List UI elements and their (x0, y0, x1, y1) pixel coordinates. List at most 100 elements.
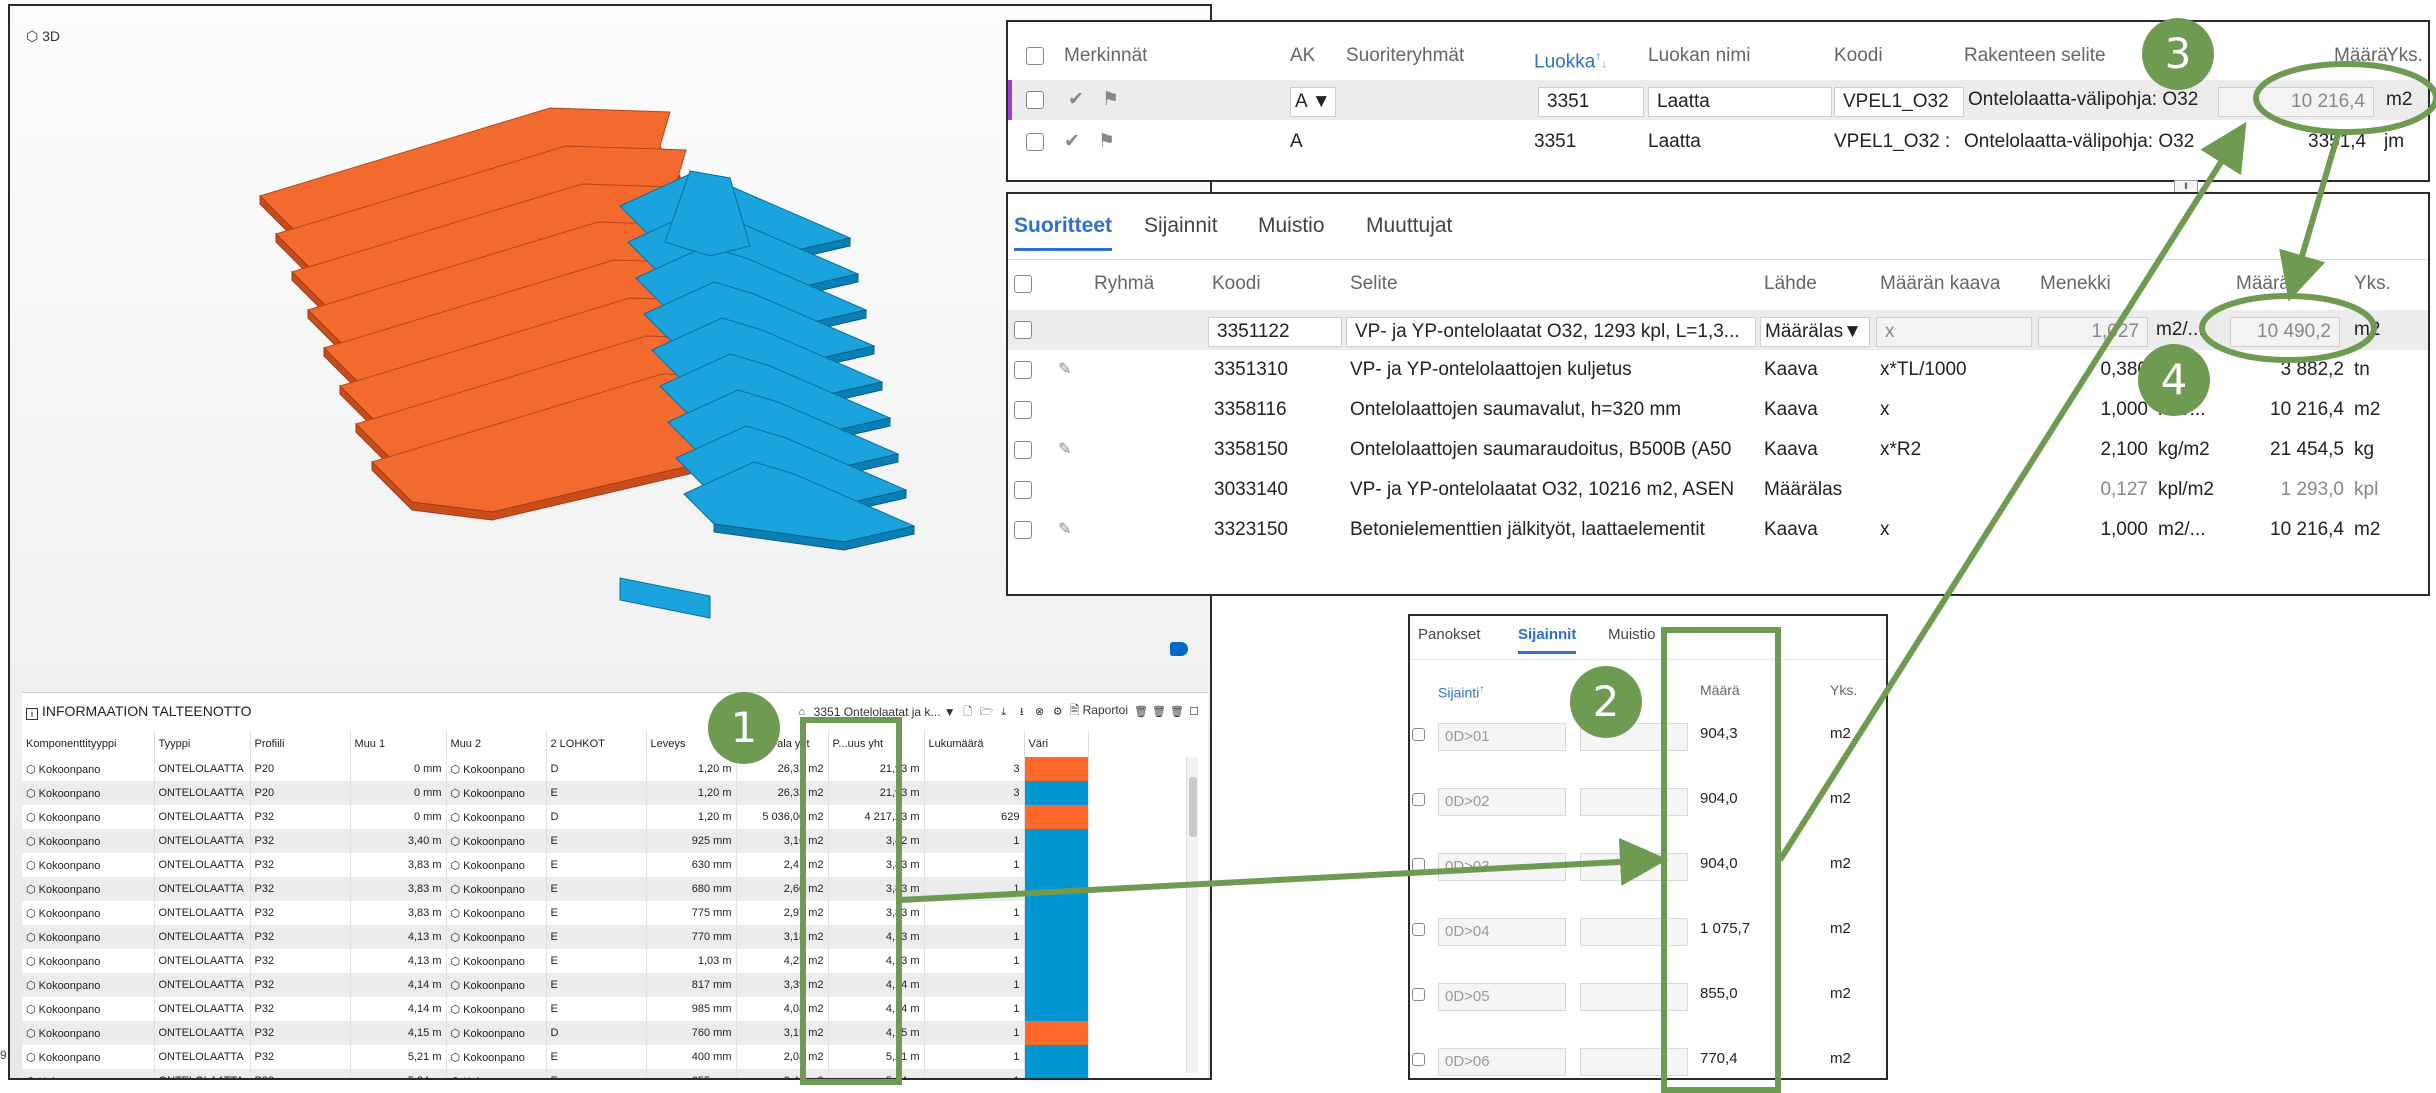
cell-color-swatch[interactable] (1024, 853, 1089, 877)
luokan-nimi-input[interactable]: Laatta (1648, 80, 1832, 120)
formula-edit-icon[interactable]: ✎ (1058, 350, 1071, 390)
flag-icon[interactable]: ⚑ (1098, 122, 1115, 162)
select-all-checkbox[interactable] (1026, 36, 1044, 76)
koodi-input[interactable]: 3351122 (1208, 310, 1342, 350)
sijainti-input[interactable]: 0D>05 (1438, 974, 1566, 1014)
row-checkbox[interactable] (1014, 430, 1032, 470)
info-col-header[interactable]: Muu 2 (446, 731, 547, 757)
col-sijainti[interactable]: Sijainti↑ (1438, 670, 1484, 710)
flag-icon[interactable]: ⚑ (1102, 80, 1119, 120)
row-checkbox[interactable] (1014, 350, 1032, 390)
col-menekki[interactable]: Menekki (2040, 264, 2111, 304)
menekki-input[interactable]: 1,027 (2038, 310, 2148, 350)
info-col-header[interactable]: Muu 1 (350, 731, 447, 757)
location-row[interactable]: 0D>05 855,0 m2 (1410, 974, 1886, 1014)
task-row[interactable]: 3033140 VP- ja YP-ontelolaatat O32, 10216… (1008, 470, 2428, 510)
window-icon[interactable]: ☐ (1188, 706, 1200, 718)
settings-icon[interactable]: ⚙ (1052, 706, 1064, 718)
col-yks[interactable]: Yks. (1830, 670, 1857, 710)
target-icon[interactable]: ⊗ (1034, 706, 1046, 718)
info-col-header[interactable]: 2 LOHKOT (546, 731, 647, 757)
table-row[interactable]: ⬡ Kokoonpano ONTELOLAATTA P32 4,14 m ⬡ Kokoonp… (22, 997, 1089, 1021)
cell-color-swatch[interactable] (1024, 1069, 1089, 1078)
tab-sijainnit[interactable]: Sijainnit (1144, 214, 1218, 238)
empty-field[interactable] (1580, 779, 1688, 819)
check-circle-icon[interactable]: ✔ (1068, 80, 1084, 120)
row-checkbox[interactable] (1412, 714, 1425, 754)
table-row[interactable]: ⬡KokoonpanoONTELOLAATTAP325,24 m⬡Kokoonp… (22, 1069, 1089, 1078)
cell-color-swatch[interactable] (1024, 829, 1089, 853)
home-icon[interactable]: ⌂ (796, 706, 808, 718)
cell-color-swatch[interactable] (1024, 805, 1089, 829)
info-col-header[interactable]: Tyyppi (154, 731, 251, 757)
empty-field[interactable] (1580, 844, 1688, 884)
cell-color-swatch[interactable] (1024, 1021, 1089, 1045)
col-maara[interactable]: Määrä (1700, 670, 1740, 710)
location-row[interactable]: 0D>01 904,3 m2 (1410, 714, 1886, 754)
cell-color-swatch[interactable] (1024, 997, 1089, 1021)
location-row[interactable]: 0D>04 1 075,7 m2 (1410, 909, 1886, 949)
col-rakenteen-selite[interactable]: Rakenteen selite (1964, 36, 2106, 76)
cell-color-swatch[interactable] (1024, 901, 1089, 925)
sijainti-input[interactable]: 0D>02 (1438, 779, 1566, 819)
table-row[interactable]: ⬡ Kokoonpano ONTELOLAATTA P32 4,14 m ⬡ Kokoonp… (22, 973, 1089, 997)
cell-color-swatch[interactable] (1024, 973, 1089, 997)
col-maara[interactable]: Määrä (2334, 36, 2388, 76)
cell-color-swatch[interactable] (1024, 877, 1089, 901)
lahde-select[interactable]: Määrälas▼ (1760, 310, 1870, 350)
table-row[interactable]: ⬡ Kokoonpano ONTELOLAATTA P32 4,15 m ⬡ Kokoonp… (22, 1021, 1089, 1045)
task-row[interactable]: ✎ 3351310 VP- ja YP-ontelolaattojen kuljet… (1008, 350, 2428, 390)
cell-color-swatch[interactable] (1024, 925, 1089, 949)
col-luokan-nimi[interactable]: Luokan nimi (1648, 36, 1750, 76)
task-row[interactable]: ✎ 3323150 Betonielementtien jälkityöt, laa… (1008, 510, 2428, 550)
row-checkbox[interactable] (1026, 80, 1044, 120)
col-suoriteryhmat[interactable]: Suoriteryhmät (1346, 36, 1464, 76)
row-checkbox[interactable] (1412, 909, 1425, 949)
tab-muistio[interactable]: Muistio (1608, 626, 1656, 643)
location-row[interactable]: 0D>02 904,0 m2 (1410, 779, 1886, 819)
row-checkbox[interactable] (1014, 470, 1032, 510)
empty-field[interactable] (1580, 1039, 1688, 1079)
sijainti-input[interactable]: 0D>01 (1438, 714, 1566, 754)
scrollbar-thumb[interactable] (1189, 777, 1197, 837)
empty-field[interactable] (1580, 974, 1688, 1014)
selite-input[interactable]: VP- ja YP-ontelolaatat O32, 1293 kpl, L=… (1346, 310, 1756, 350)
cell-color-swatch[interactable] (1024, 781, 1089, 805)
table-row[interactable]: ⬡ Kokoonpano ONTELOLAATTA P32 3,83 m ⬡ Kokoonp… (22, 877, 1089, 901)
formula-edit-icon[interactable]: ✎ (1058, 430, 1071, 470)
table-row[interactable]: ⬡ Kokoonpano ONTELOLAATTA P32 4,13 m ⬡ Kokoonp… (22, 925, 1089, 949)
delete-icon-3[interactable]: 🗑 (1170, 706, 1184, 718)
maara-input[interactable]: 10 216,4 (2218, 80, 2374, 120)
row-checkbox[interactable] (1412, 974, 1425, 1014)
row-checkbox[interactable] (1412, 779, 1425, 819)
info-col-header[interactable]: Komponenttityyppi (22, 731, 155, 757)
row-checkbox[interactable] (1014, 390, 1032, 430)
row-checkbox[interactable] (1014, 510, 1032, 550)
col-merkinnat[interactable]: Merkinnät (1064, 36, 1147, 76)
3d-badge[interactable]: ⬡ 3D (26, 28, 60, 45)
kaava-input[interactable]: x (1876, 310, 2032, 350)
formula-edit-icon[interactable]: ✎ (1058, 510, 1071, 550)
koodi-input[interactable]: VPEL1_O32 (1834, 80, 1964, 120)
delete-icon-2[interactable]: 🗑 (1152, 706, 1166, 718)
col-ryhma[interactable]: Ryhmä (1094, 264, 1154, 304)
tab-muistio[interactable]: Muistio (1258, 214, 1325, 238)
download-icon[interactable]: ⭳ (1016, 706, 1028, 718)
col-yks[interactable]: Yks. (2354, 264, 2391, 304)
cell-color-swatch[interactable] (1024, 1045, 1089, 1069)
tab-panokset[interactable]: Panokset (1418, 626, 1481, 643)
tab-muuttujat[interactable]: Muuttujat (1366, 214, 1452, 238)
col-selite[interactable]: Selite (1350, 264, 1398, 304)
new-document-icon[interactable]: 🗋 (962, 706, 974, 718)
luokka-input[interactable]: 3351 (1538, 80, 1644, 120)
blue-slab-bottom[interactable] (619, 577, 711, 619)
row-checkbox[interactable] (1026, 122, 1044, 162)
table-row[interactable]: ⬡ Kokoonpano ONTELOLAATTA P32 4,13 m ⬡ Kokoonp… (22, 949, 1089, 973)
row-checkbox[interactable] (1014, 310, 1032, 350)
check-circle-icon[interactable]: ✔ (1064, 122, 1080, 162)
table-row[interactable]: ⬡ Kokoonpano ONTELOLAATTA P32 3,40 m ⬡ Kokoonp… (22, 829, 1089, 853)
col-maaran-kaava[interactable]: Määrän kaava (1880, 264, 2000, 304)
table-row[interactable]: ⬡ Kokoonpano ONTELOLAATTA P32 3,83 m ⬡ Kokoonp… (22, 901, 1089, 925)
ak-select[interactable]: A ▼ (1290, 80, 1336, 120)
col-koodi[interactable]: Koodi (1834, 36, 1883, 76)
